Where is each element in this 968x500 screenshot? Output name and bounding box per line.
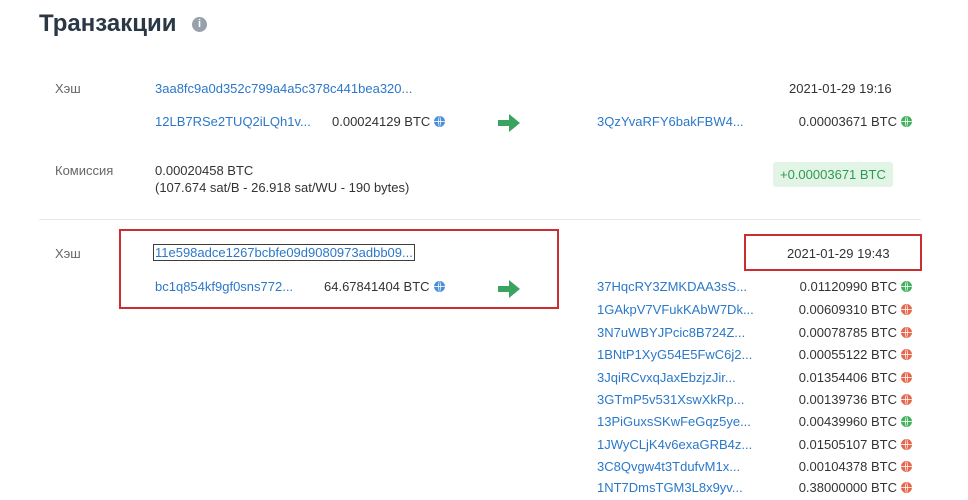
output-amount: 0.00104378 BTC [799,459,912,474]
output-amount: 0.00609310 BTC [799,302,912,317]
output-amount: 0.38000000 BTC [799,480,912,495]
output-amount: 0.00078785 BTC [799,325,912,340]
globe-icon[interactable] [901,394,912,405]
output-row: 1GAkpV7VFukKAbW7Dk... 0.00609310 BTC [597,302,912,322]
output-row: 37HqcRY3ZMKDAA3sS... 0.01120990 BTC [597,279,912,299]
highlight-box-input [119,229,559,309]
output-amount: 0.00003671 BTC [799,114,912,129]
output-address-link[interactable]: 3GTmP5v531XswXkRp... [597,392,744,407]
output-row: 1NT7DmsTGM3L8x9yv... 0.38000000 BTC [597,480,912,500]
output-amount: 0.01354406 BTC [799,370,912,385]
balance-change-badge: +0.00003671 BTC [773,162,893,187]
output-address-link[interactable]: 3N7uWBYJPcic8B724Z... [597,325,745,340]
globe-icon[interactable] [901,439,912,450]
globe-icon[interactable] [901,116,912,127]
output-row: 3GTmP5v531XswXkRp... 0.00139736 BTC [597,392,912,412]
output-amount-value: 0.00139736 BTC [798,392,897,407]
input-amount-value: 0.00024129 BTC [332,114,431,129]
output-amount-value: 0.00003671 BTC [798,114,897,129]
globe-icon[interactable] [901,482,912,493]
fee-label: Комиссия [55,163,114,178]
output-amount: 0.00055122 BTC [799,347,912,362]
tx-hash-link[interactable]: 3aa8fc9a0d352c799a4a5c378c441bea320... [155,81,412,96]
globe-icon[interactable] [434,116,446,127]
arrow-right-icon [498,114,520,132]
output-row: 1BNtP1XyG54E5FwC6j2... 0.00055122 BTC [597,347,912,367]
globe-icon[interactable] [901,327,912,338]
output-address-link[interactable]: 1BNtP1XyG54E5FwC6j2... [597,347,752,362]
globe-icon[interactable] [901,372,912,383]
output-amount-value: 0.00078785 BTC [798,325,897,340]
output-amount-value: 0.00609310 BTC [798,302,897,317]
output-address-link[interactable]: 3C8Qvgw4t3TdufvM1x... [597,459,740,474]
input-amount-value: 64.67841404 BTC [324,279,430,294]
output-row: 3N7uWBYJPcic8B724Z... 0.00078785 BTC [597,325,912,345]
fee-value: 0.00020458 BTC [155,163,254,178]
output-address-link[interactable]: 3JqiRCvxqJaxEbzjzJir... [597,370,736,385]
input-amount: 64.67841404 BTC [324,279,445,294]
output-amount: 0.00139736 BTC [799,392,912,407]
output-address-link[interactable]: 1NT7DmsTGM3L8x9yv... [597,480,743,495]
hash-label: Хэш [55,246,81,261]
input-address-link[interactable]: bc1q854kf9gf0sns772... [155,279,293,294]
output-row: 3QzYvaRFY6bakFBW4... 0.00003671 BTC [597,114,912,134]
output-address-link[interactable]: 13PiGuxsSKwFeGqz5ye... [597,414,751,429]
output-row: 3C8Qvgw4t3TdufvM1x... 0.00104378 BTC [597,459,912,479]
info-icon[interactable]: i [192,17,207,32]
input-address-link[interactable]: 12LB7RSe2TUQ2iLQh1v... [155,114,311,129]
tx-time: 2021-01-29 19:43 [787,246,890,261]
globe-icon[interactable] [901,304,912,315]
output-amount: 0.01505107 BTC [799,437,912,452]
globe-icon[interactable] [901,281,912,292]
divider [39,219,921,220]
globe-icon[interactable] [901,349,912,360]
output-amount-value: 0.00104378 BTC [798,459,897,474]
output-amount-value: 0.01354406 BTC [798,370,897,385]
output-row: 13PiGuxsSKwFeGqz5ye... 0.00439960 BTC [597,414,912,434]
output-address-link[interactable]: 1GAkpV7VFukKAbW7Dk... [597,302,754,317]
input-amount: 0.00024129 BTC [332,114,446,129]
globe-icon[interactable] [433,281,445,292]
output-amount-value: 0.01120990 BTC [799,279,897,294]
output-address-link[interactable]: 1JWyCLjK4v6exaGRB4z... [597,437,752,452]
tx-hash-link[interactable]: 11e598adce1267bcbfe09d9080973adbb09... [153,244,415,261]
page-title: Транзакции [39,10,177,37]
output-amount-value: 0.00439960 BTC [798,414,897,429]
output-amount-value: 0.01505107 BTC [798,437,897,452]
globe-icon[interactable] [901,416,912,427]
output-row: 3JqiRCvxqJaxEbzjzJir... 0.01354406 BTC [597,370,912,390]
output-address-link[interactable]: 3QzYvaRFY6bakFBW4... [597,114,744,129]
output-amount-value: 0.00055122 BTC [798,347,897,362]
arrow-right-icon [498,280,520,298]
tx-time: 2021-01-29 19:16 [789,81,892,96]
output-amount-value: 0.38000000 BTC [798,480,897,495]
output-amount: 0.01120990 BTC [800,279,912,294]
output-address-link[interactable]: 37HqcRY3ZMKDAA3sS... [597,279,747,294]
output-amount: 0.00439960 BTC [799,414,912,429]
hash-label: Хэш [55,81,81,96]
output-row: 1JWyCLjK4v6exaGRB4z... 0.01505107 BTC [597,437,912,457]
globe-icon[interactable] [901,461,912,472]
fee-detail: (107.674 sat/B - 26.918 sat/WU - 190 byt… [155,180,410,195]
